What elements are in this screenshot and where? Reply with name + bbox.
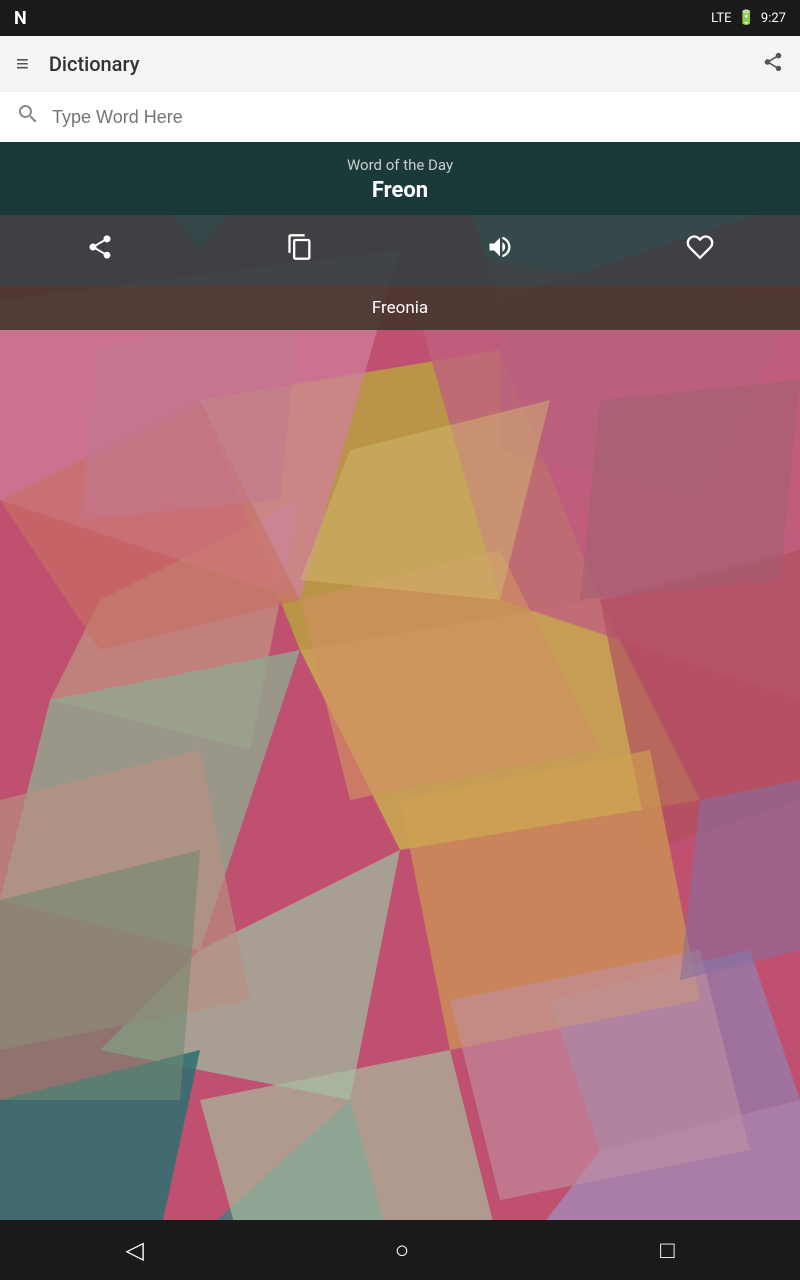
menu-icon[interactable]: ≡ — [16, 51, 29, 77]
status-bar-right: LTE 🔋 9:27 — [711, 10, 786, 26]
home-button[interactable]: ○ — [371, 1228, 434, 1273]
battery-icon: 🔋 — [737, 10, 754, 26]
related-word: Freonia — [16, 298, 784, 318]
wotd-word: Freon — [16, 178, 784, 203]
status-bar: N LTE 🔋 9:27 — [0, 0, 800, 36]
share-button[interactable] — [66, 225, 134, 276]
recent-apps-button[interactable]: □ — [636, 1228, 699, 1273]
audio-button[interactable] — [466, 225, 534, 276]
search-input[interactable] — [52, 107, 784, 128]
favorite-button[interactable] — [666, 225, 734, 276]
copy-button[interactable] — [266, 225, 334, 276]
time-display: 9:27 — [761, 11, 786, 26]
back-button[interactable]: ◁ — [101, 1228, 167, 1272]
search-bar — [0, 92, 800, 142]
status-bar-left: N — [14, 8, 27, 29]
app-title: Dictionary — [49, 52, 742, 76]
search-icon — [16, 102, 40, 132]
app-logo: N — [14, 8, 27, 29]
signal-icon: LTE — [711, 11, 731, 26]
share-app-icon[interactable] — [762, 51, 784, 78]
app-bar: ≡ Dictionary — [0, 36, 800, 92]
wotd-label: Word of the Day — [16, 156, 784, 174]
actions-row — [0, 215, 800, 286]
word-of-the-day-section: Word of the Day Freon — [0, 142, 800, 215]
related-word-bar[interactable]: Freonia — [0, 286, 800, 330]
nav-bar: ◁ ○ □ — [0, 1220, 800, 1280]
